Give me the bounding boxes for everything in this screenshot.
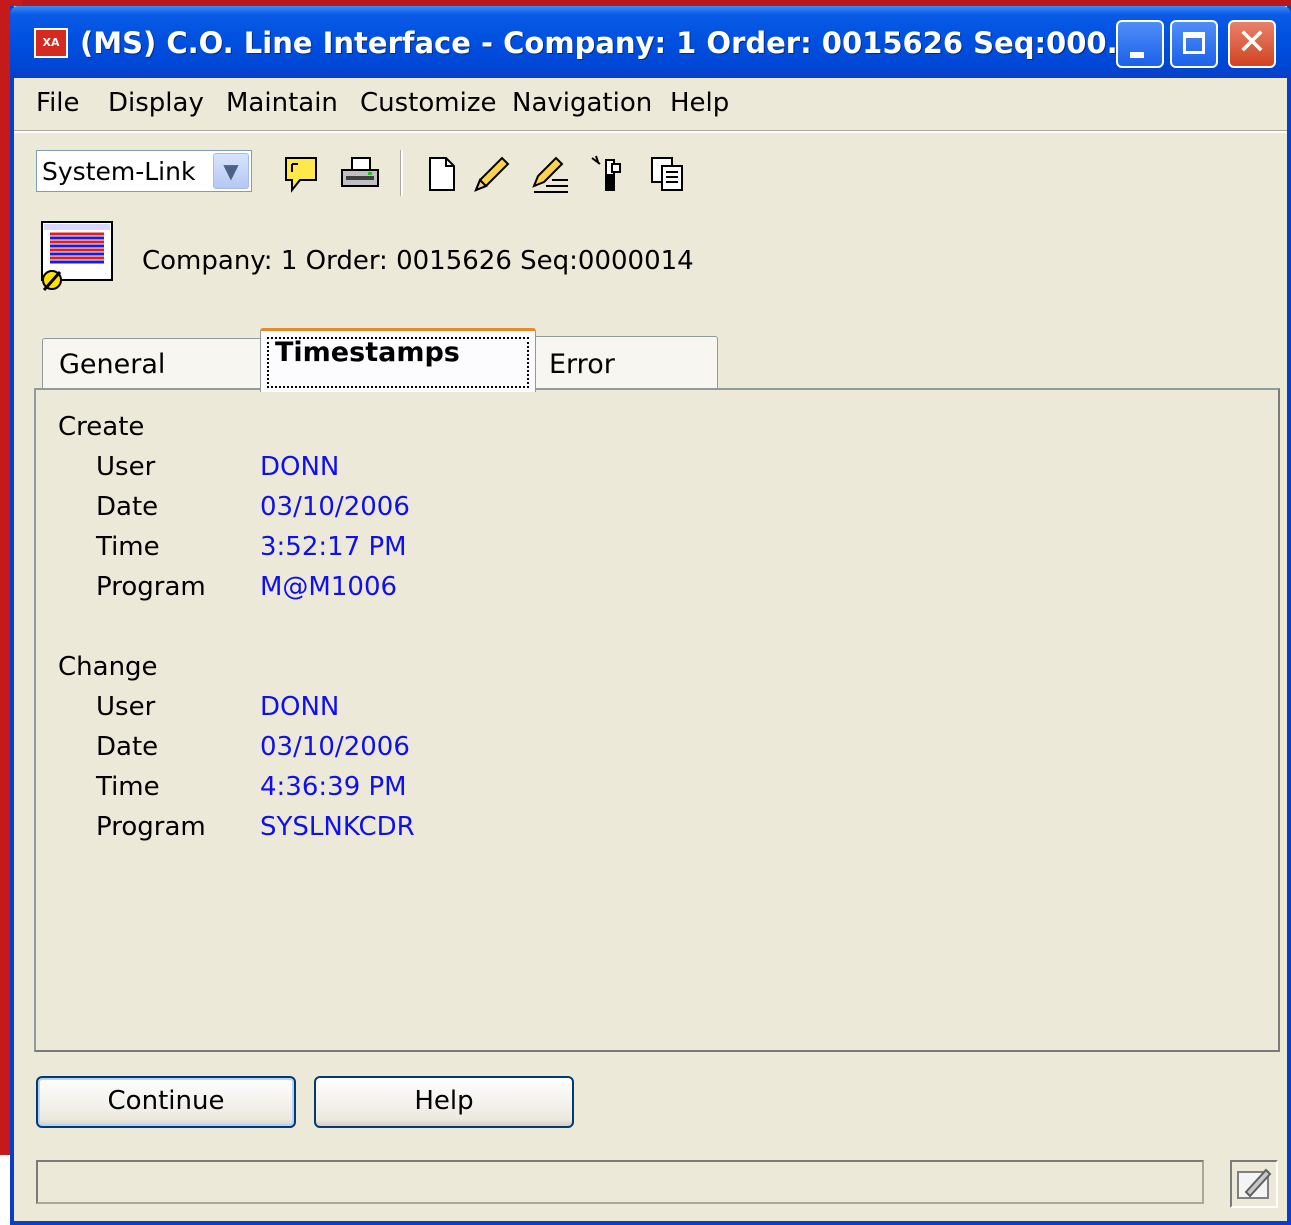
notes-icon[interactable] (280, 152, 324, 196)
delete-icon[interactable] (588, 152, 632, 196)
menu-separator (14, 130, 1287, 133)
change-user-value: DONN (260, 692, 340, 722)
change-section-title: Change (58, 652, 158, 682)
menu-file[interactable]: File (36, 88, 80, 118)
new-icon[interactable] (420, 152, 464, 196)
toolbar: System-Link ▼ (14, 142, 1287, 202)
window-title: (MS) C.O. Line Interface - Company: 1 Or… (80, 26, 1140, 60)
change-user-label: User (96, 692, 156, 722)
system-link-combo[interactable]: System-Link ▼ (36, 150, 252, 192)
menu-maintain[interactable]: Maintain (226, 88, 338, 118)
change-time-label: Time (96, 772, 160, 802)
tab-timestamps[interactable]: Timestamps (260, 328, 536, 392)
order-line-icon (41, 221, 113, 291)
minimize-icon (1130, 52, 1144, 58)
create-time-value: 3:52:17 PM (260, 532, 407, 562)
menu-display[interactable]: Display (108, 88, 204, 118)
combo-value: System-Link (42, 157, 196, 186)
close-button[interactable]: ✕ (1228, 20, 1276, 68)
copy-icon[interactable] (646, 152, 690, 196)
edit-status-icon (1237, 1168, 1272, 1199)
create-section-title: Create (58, 412, 145, 442)
tab-general[interactable]: General (42, 338, 262, 390)
menu-customize[interactable]: Customize (360, 88, 496, 118)
minimize-button[interactable] (1116, 20, 1164, 68)
change-date-label: Date (96, 732, 159, 762)
help-button[interactable]: Help (314, 1076, 574, 1128)
create-program-value: M@M1006 (260, 572, 398, 602)
change-program-value: SYSLNKCDR (260, 812, 415, 842)
chevron-down-icon[interactable]: ▼ (213, 153, 249, 189)
create-user-value: DONN (260, 452, 340, 482)
continue-button[interactable]: Continue (36, 1076, 296, 1128)
menu-bar: File Display Maintain Customize Navigati… (14, 78, 1287, 130)
tab-timestamps-label: Timestamps (275, 337, 460, 368)
menu-navigation[interactable]: Navigation (512, 88, 652, 118)
app-icon[interactable]: XA (34, 28, 68, 58)
status-icon[interactable] (1230, 1160, 1278, 1208)
title-bar[interactable]: XA (MS) C.O. Line Interface - Company: 1… (10, 6, 1291, 78)
status-bar (36, 1160, 1204, 1204)
toolbar-divider (400, 150, 403, 196)
change-program-label: Program (96, 812, 206, 842)
close-icon: ✕ (1236, 22, 1268, 63)
change-date-value: 03/10/2006 (260, 732, 410, 762)
create-program-label: Program (96, 572, 206, 602)
timestamps-panel: Create User DONN Date 03/10/2006 Time 3:… (34, 388, 1280, 1052)
tab-error[interactable]: Error (534, 336, 718, 390)
create-user-label: User (96, 452, 156, 482)
edit-lines-icon[interactable] (528, 152, 572, 196)
main-window: XA (MS) C.O. Line Interface - Company: 1… (10, 6, 1291, 1225)
order-header-label: Company: 1 Order: 0015626 Seq:0000014 (142, 246, 694, 276)
create-time-label: Time (96, 532, 160, 562)
menu-help[interactable]: Help (670, 88, 729, 118)
create-date-label: Date (96, 492, 159, 522)
change-time-value: 4:36:39 PM (260, 772, 407, 802)
maximize-button[interactable] (1170, 20, 1218, 68)
maximize-icon (1183, 32, 1205, 54)
tab-general-label: General (59, 349, 166, 380)
print-icon[interactable] (338, 152, 382, 196)
edit-icon[interactable] (470, 152, 514, 196)
tab-error-label: Error (549, 349, 615, 380)
create-date-value: 03/10/2006 (260, 492, 410, 522)
